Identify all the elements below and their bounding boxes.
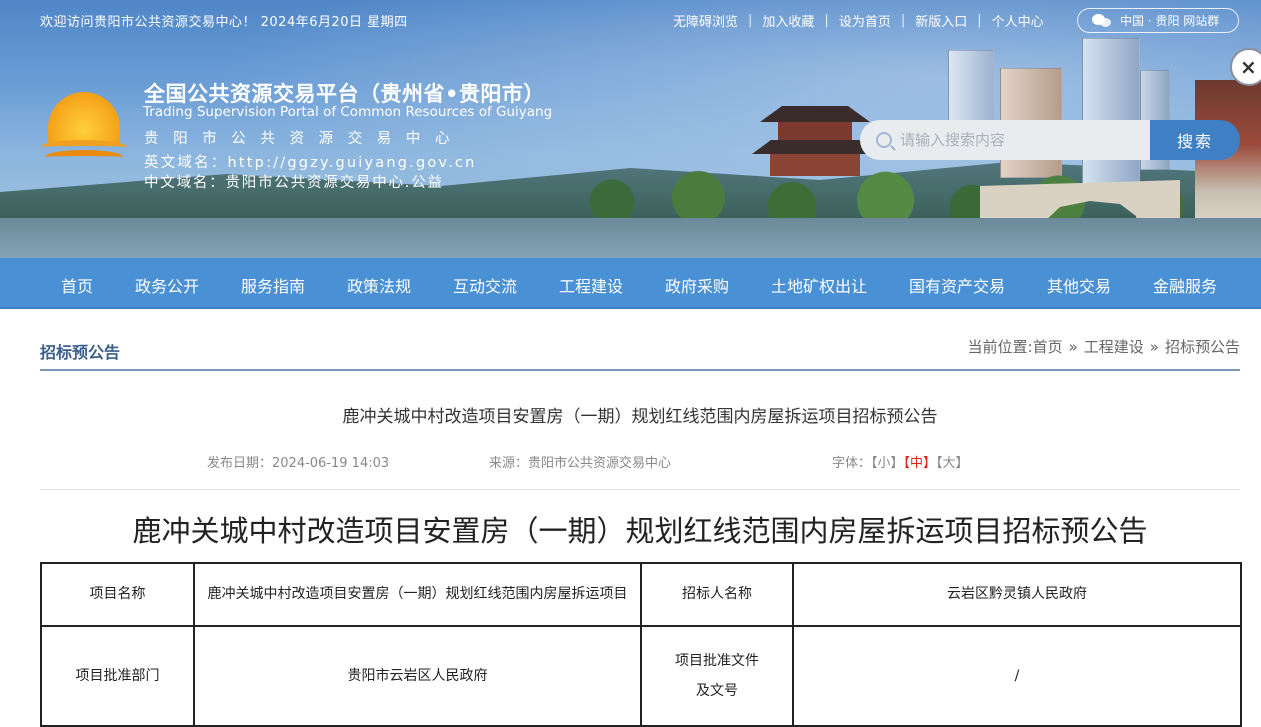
- add-favorite-link[interactable]: 加入收藏: [762, 11, 814, 30]
- table-cell-label: 项目批准部门: [40, 625, 195, 727]
- font-medium-button[interactable]: 【中】: [904, 456, 937, 471]
- table-cell-value: 鹿冲关城中村改造项目安置房（一期）规划红线范围内房屋拆运项目: [193, 562, 642, 627]
- org-name: 贵阳市公共资源交易中心: [144, 131, 465, 147]
- logo-sun-icon: [48, 92, 120, 146]
- font-large-button[interactable]: 【大】: [936, 456, 969, 471]
- source-text: 来源：贵阳市公共资源交易中心: [489, 456, 672, 471]
- cn-domain: 中文域名：贵阳市公共资源交易中心.公益: [144, 175, 444, 191]
- main-nav: 首页 政务公开 服务指南 政策法规 互动交流 工程建设 政府采购 土地矿权出让 …: [0, 258, 1261, 309]
- project-info-table: 项目名称 鹿冲关城中村改造项目安置房（一期）规划红线范围内房屋拆运项目 招标人名…: [40, 562, 1242, 727]
- document-title: 鹿冲关城中村改造项目安置房（一期）规划红线范围内房屋拆运项目招标预公告: [342, 407, 938, 427]
- welcome-text: 欢迎访问贵阳市公共资源交易中心！ 2024年6月20日 星期四: [40, 15, 408, 30]
- breadcrumb-separator: »: [1149, 338, 1159, 356]
- nav-item-land-mining[interactable]: 土地矿权出让: [771, 273, 867, 297]
- site-group-link[interactable]: 中国 · 贵阳 网站群: [1077, 8, 1239, 33]
- nav-item-finance[interactable]: 金融服务: [1153, 273, 1217, 297]
- breadcrumb-current[interactable]: 招标预公告: [1165, 338, 1240, 356]
- link-separator: |: [824, 13, 829, 28]
- nav-item-government-affairs[interactable]: 政务公开: [135, 273, 199, 297]
- site-group-label: 中国 · 贵阳 网站群: [1120, 14, 1220, 28]
- nav-item-interaction[interactable]: 互动交流: [453, 273, 517, 297]
- new-version-link[interactable]: 新版入口: [915, 11, 967, 30]
- link-separator: |: [748, 13, 753, 28]
- en-domain: 英文域名：http://ggzy.guiyang.gov.cn: [144, 155, 477, 171]
- table-cell-value: 贵阳市云岩区人民政府: [193, 625, 642, 727]
- divider: [40, 489, 1240, 490]
- section-header: 招标预公告 当前位置:首页 » 工程建设 » 招标预公告: [40, 330, 1240, 371]
- table-cell-value: /: [792, 625, 1242, 727]
- close-icon: ×: [1240, 55, 1257, 79]
- site-subtitle-en: Trading Supervision Portal of Common Res…: [143, 104, 553, 120]
- breadcrumb-separator: »: [1068, 338, 1078, 356]
- search-icon: [876, 132, 892, 148]
- nav-item-home[interactable]: 首页: [61, 273, 93, 297]
- table-row: 项目批准部门 贵阳市云岩区人民政府 项目批准文件及文号 /: [40, 625, 1242, 727]
- nav-item-state-assets[interactable]: 国有资产交易: [909, 273, 1005, 297]
- link-separator: |: [977, 13, 982, 28]
- nav-item-service-guide[interactable]: 服务指南: [241, 273, 305, 297]
- announcement-heading: 鹿冲关城中村改造项目安置房（一期）规划红线范围内房屋拆运项目招标预公告: [132, 514, 1148, 548]
- font-size-label: 字体：: [832, 456, 872, 471]
- top-links: 无障碍浏览 | 加入收藏 | 设为首页 | 新版入口 | 个人中心: [673, 11, 1044, 30]
- nav-item-construction[interactable]: 工程建设: [559, 273, 623, 297]
- table-cell-value: 云岩区黔灵镇人民政府: [792, 562, 1242, 627]
- accessibility-link[interactable]: 无障碍浏览: [673, 11, 738, 30]
- wechat-icon: [1092, 13, 1112, 28]
- set-homepage-link[interactable]: 设为首页: [839, 11, 891, 30]
- site-logo[interactable]: [41, 92, 127, 170]
- breadcrumb-construction[interactable]: 工程建设: [1084, 338, 1144, 356]
- table-cell-label: 项目名称: [40, 562, 195, 627]
- link-separator: |: [900, 13, 906, 28]
- table-cell-label: 招标人名称: [640, 562, 794, 627]
- publish-date: 发布日期：2024-06-19 14:03: [207, 456, 390, 471]
- table-row: 项目名称 鹿冲关城中村改造项目安置房（一期）规划红线范围内房屋拆运项目 招标人名…: [40, 562, 1242, 627]
- nav-item-other-trading[interactable]: 其他交易: [1047, 273, 1111, 297]
- personal-center-link[interactable]: 个人中心: [992, 11, 1044, 30]
- search-button[interactable]: 搜索: [1150, 120, 1240, 160]
- breadcrumb-home[interactable]: 首页: [1033, 338, 1063, 356]
- font-size-switcher: 字体：【小】【中】【大】: [832, 452, 969, 471]
- breadcrumb-prefix: 当前位置:: [967, 338, 1033, 356]
- nav-item-policy[interactable]: 政策法规: [347, 273, 411, 297]
- breadcrumb: 当前位置:首页 » 工程建设 » 招标预公告: [968, 336, 1240, 357]
- section-label: 招标预公告: [40, 343, 121, 362]
- nav-item-procurement[interactable]: 政府采购: [665, 273, 729, 297]
- table-cell-label: 项目批准文件及文号: [640, 625, 794, 727]
- logo-wave: [45, 150, 123, 164]
- search-input[interactable]: [900, 131, 1140, 149]
- close-float-button[interactable]: ×: [1230, 48, 1261, 86]
- search-box: [860, 120, 1151, 160]
- font-small-button[interactable]: 【小】: [871, 456, 904, 471]
- banner-red-building: [1195, 80, 1261, 240]
- banner-water: [0, 218, 1261, 258]
